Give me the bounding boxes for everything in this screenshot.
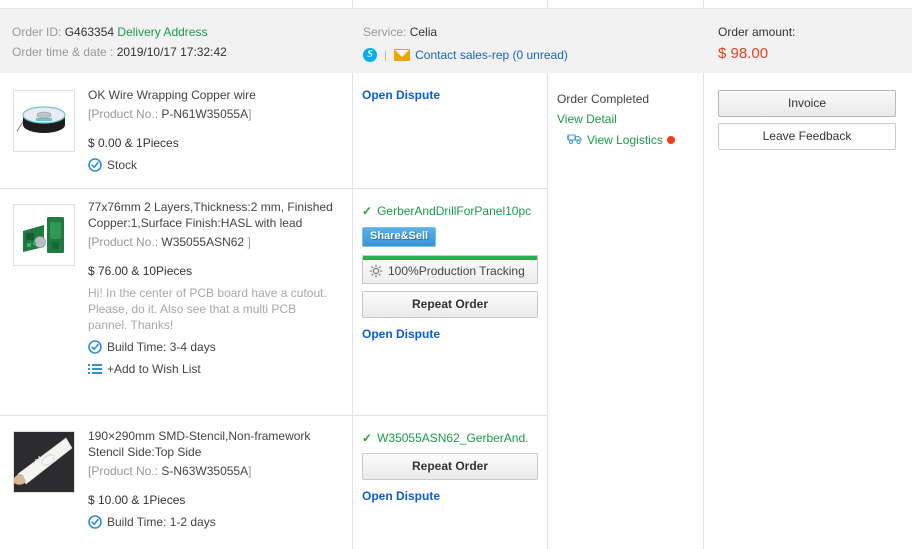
- smd-stencil-thumbnail: [14, 432, 74, 492]
- column-divider: [352, 0, 353, 9]
- add-to-wishlist-label[interactable]: +Add to Wish List: [107, 361, 201, 377]
- gerber-file-name[interactable]: W35055ASN62_GerberAnd.: [377, 430, 528, 446]
- check-circle-icon: [88, 515, 102, 529]
- list-icon: [88, 362, 102, 376]
- open-dispute-link[interactable]: Open Dispute: [362, 327, 542, 341]
- view-logistics-link[interactable]: View Logistics: [587, 133, 663, 147]
- contact-sales-rep-link[interactable]: Contact sales-rep (0 unread): [415, 45, 568, 65]
- row-actions: ✓ W35055ASN62_GerberAnd. Repeat Order Op…: [362, 430, 542, 503]
- product-number-close: ]: [248, 107, 252, 121]
- production-tracking-button[interactable]: 100%Production Tracking: [362, 255, 538, 284]
- product-thumbnail[interactable]: [13, 90, 75, 152]
- product-number-label: [Product No.:: [88, 464, 159, 478]
- product-number-value: S-N63W35055A: [161, 464, 249, 478]
- product-build-time: Build Time: 1-2 days: [88, 514, 333, 530]
- column-divider: [547, 0, 548, 9]
- service-label: Service:: [363, 25, 407, 39]
- product-thumbnail[interactable]: [13, 204, 75, 266]
- production-tracking-label: 100%Production Tracking: [388, 264, 525, 278]
- order-amount-block: Order amount: $ 98.00: [718, 22, 908, 64]
- row-actions: Open Dispute: [362, 88, 542, 102]
- product-note: Hi! In the center of PCB board have a cu…: [88, 286, 327, 332]
- table-row: OK Wire Wrapping Copper wire [Product No…: [0, 73, 352, 188]
- row-buttons: Invoice Leave Feedback: [718, 90, 896, 150]
- build-time-label: Build Time: 1-2 days: [107, 515, 216, 529]
- truck-icon: [567, 132, 583, 148]
- product-number: [Product No.: S-N63W35055A]: [88, 463, 333, 479]
- column-divider: [547, 73, 548, 549]
- product-number-label: [Product No.:: [88, 107, 159, 121]
- product-title: 190×290mm SMD-Stencil,Non-framework Sten…: [88, 429, 311, 459]
- add-to-wishlist-row[interactable]: +Add to Wish List: [88, 361, 333, 377]
- column-divider: [703, 0, 704, 9]
- delivery-address-link[interactable]: Delivery Address: [117, 25, 207, 39]
- order-amount-label: Order amount:: [718, 25, 796, 39]
- product-info: 77x76mm 2 Layers,Thickness:2 mm, Finishe…: [88, 199, 333, 377]
- product-price: $ 76.00 & 10Pieces: [88, 264, 193, 278]
- column-divider: [352, 73, 353, 549]
- copper-wire-spool-thumbnail: [14, 91, 74, 151]
- order-summary-bar: Order ID: G463354 Delivery Address Order…: [0, 9, 912, 73]
- product-info: OK Wire Wrapping Copper wire [Product No…: [88, 87, 333, 173]
- skype-icon[interactable]: [363, 48, 377, 62]
- order-time-label: Order time & date :: [12, 45, 114, 59]
- check-circle-icon: [88, 340, 102, 354]
- order-detail-page: Order ID: G463354 Delivery Address Order…: [0, 0, 912, 549]
- service-agent-name: Celia: [409, 25, 438, 39]
- table-row: 190×290mm SMD-Stencil,Non-framework Sten…: [0, 416, 352, 549]
- gerber-file-name[interactable]: GerberAndDrillForPanel10pc: [377, 203, 531, 219]
- service-block: Service: Celia | Contact sales-rep (0 un…: [363, 22, 693, 65]
- order-status-block: Order Completed View Detail View Logisti…: [557, 91, 697, 148]
- column-divider: [703, 73, 704, 549]
- product-number-close: ]: [248, 464, 252, 478]
- product-title: 77x76mm 2 Layers,Thickness:2 mm, Finishe…: [88, 200, 333, 230]
- repeat-order-button[interactable]: Repeat Order: [362, 453, 538, 480]
- gerber-file-row: ✓ GerberAndDrillForPanel10pc: [362, 203, 542, 219]
- product-stock-status: Stock: [88, 157, 333, 173]
- build-time-label: Build Time: 3-4 days: [107, 340, 216, 354]
- open-dispute-link[interactable]: Open Dispute: [362, 489, 542, 503]
- product-number-value: P-N61W35055A: [161, 107, 249, 121]
- product-number-label: [Product No.:: [88, 235, 159, 249]
- view-logistics-row[interactable]: View Logistics: [567, 132, 697, 148]
- gear-icon: [369, 264, 383, 278]
- order-id-value: G463354: [64, 25, 115, 39]
- repeat-order-button[interactable]: Repeat Order: [362, 291, 538, 318]
- check-mark-icon: ✓: [362, 204, 373, 218]
- share-and-sell-button[interactable]: Share&Sell: [362, 227, 437, 247]
- product-thumbnail[interactable]: [13, 431, 75, 493]
- table-header-strip: [0, 0, 912, 9]
- check-circle-icon: [88, 158, 102, 172]
- order-items-table: OK Wire Wrapping Copper wire [Product No…: [0, 73, 912, 549]
- row-actions: ✓ GerberAndDrillForPanel10pc Share&Sell: [362, 203, 542, 341]
- product-price: $ 10.00 & 1Pieces: [88, 493, 186, 507]
- gerber-file-row: ✓ W35055ASN62_GerberAnd.: [362, 430, 542, 446]
- product-build-time: Build Time: 3-4 days: [88, 339, 333, 355]
- check-mark-icon: ✓: [362, 431, 373, 445]
- alert-dot-icon: [666, 136, 675, 144]
- order-status-title: Order Completed: [557, 92, 650, 106]
- product-number: [Product No.: P-N61W35055A]: [88, 106, 333, 122]
- product-number-value: W35055ASN62: [161, 235, 245, 249]
- order-amount-value: $ 98.00: [718, 45, 769, 62]
- envelope-icon[interactable]: [394, 49, 411, 61]
- product-number: [Product No.: W35055ASN62 ]: [88, 234, 333, 250]
- leave-feedback-button[interactable]: Leave Feedback: [718, 123, 896, 150]
- table-row: 77x76mm 2 Layers,Thickness:2 mm, Finishe…: [0, 189, 352, 415]
- pcb-board-thumbnail: [14, 205, 74, 265]
- stock-label: Stock: [107, 158, 138, 172]
- invoice-button[interactable]: Invoice: [718, 90, 896, 117]
- order-id-label: Order ID:: [12, 25, 62, 39]
- product-price: $ 0.00 & 1Pieces: [88, 136, 179, 150]
- product-info: 190×290mm SMD-Stencil,Non-framework Sten…: [88, 428, 333, 530]
- product-title: OK Wire Wrapping Copper wire: [88, 88, 256, 102]
- separator: |: [384, 48, 388, 62]
- view-detail-link[interactable]: View Detail: [557, 112, 697, 126]
- product-number-close: ]: [247, 235, 251, 249]
- open-dispute-link[interactable]: Open Dispute: [362, 88, 542, 102]
- order-time-value: 2019/10/17 17:32:42: [116, 45, 227, 59]
